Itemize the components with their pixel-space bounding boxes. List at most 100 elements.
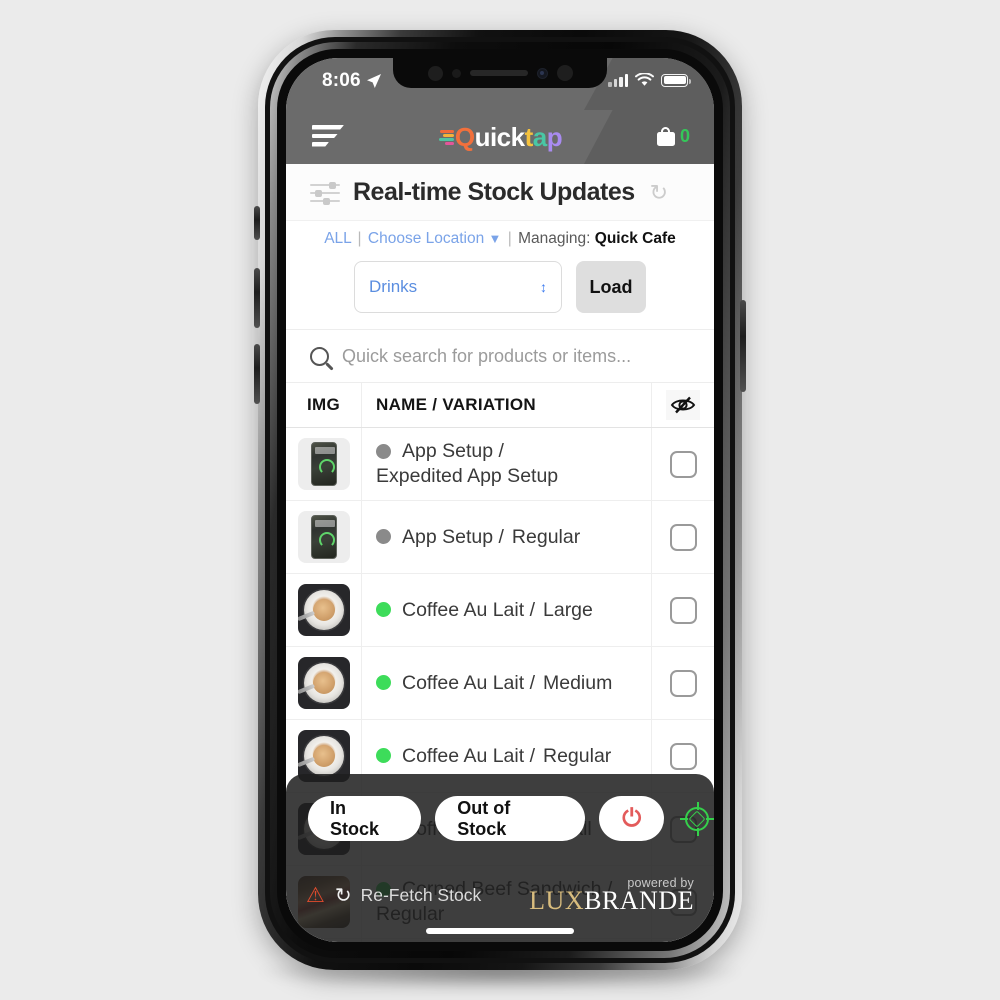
row-checkbox-cell[interactable] — [652, 501, 714, 573]
table-row[interactable]: Coffee Au Lait / Large — [286, 574, 714, 647]
page-root: 8:06 Q uick t a p 0 Real-time Stock Upda… — [0, 0, 1000, 1000]
separator-1: | — [357, 230, 362, 247]
power-icon: ⏻ — [622, 804, 642, 832]
wifi-icon — [635, 73, 654, 86]
search-bar[interactable]: Quick search for products or items... — [286, 329, 714, 383]
logo-p: p — [546, 121, 563, 152]
cart-button[interactable]: 0 — [656, 126, 690, 147]
power-toggle-button[interactable]: ⏻ — [599, 796, 665, 841]
phone-app-setup-image — [297, 438, 350, 490]
chevron-down-icon[interactable]: ▼ — [489, 231, 502, 246]
logo-a: a — [532, 121, 547, 152]
location-line: ALL | Choose Location ▼ | Managing: Quic… — [286, 230, 714, 248]
stock-status-dot — [376, 748, 391, 764]
row-name-cell: Coffee Au Lait / Medium — [362, 647, 652, 719]
header-name-label: NAME / VARIATION — [376, 395, 536, 414]
product-variation: Medium — [543, 671, 613, 694]
sliders-icon[interactable] — [310, 181, 340, 205]
coffee-au-lait-image — [297, 584, 350, 636]
phone-volume-up-button[interactable] — [254, 268, 260, 328]
table-row[interactable]: Coffee Au Lait / Medium — [286, 647, 714, 720]
table-row[interactable]: App Setup / Regular — [286, 501, 714, 574]
row-checkbox-cell[interactable] — [652, 428, 714, 500]
row-select-checkbox[interactable] — [669, 450, 697, 478]
product-name-group: Coffee Au Lait / Medium — [376, 671, 612, 696]
row-image-cell — [286, 647, 362, 719]
row-checkbox-cell[interactable] — [652, 647, 714, 719]
hamburger-menu-icon[interactable] — [312, 125, 344, 149]
header-cell-img: IMG — [286, 383, 362, 427]
status-bar-indicators — [608, 73, 691, 87]
overlay-actions: In Stock Out of Stock ⏻ — [286, 774, 714, 841]
coffee-au-lait-image — [297, 657, 350, 709]
status-bar-time-group: 8:06 — [322, 70, 382, 92]
phone-mute-switch[interactable] — [254, 206, 260, 240]
table-row[interactable]: App Setup / Expedited App Setup — [286, 428, 714, 501]
phone-volume-down-button[interactable] — [254, 344, 260, 404]
choose-location-link[interactable]: Choose Location — [368, 230, 484, 247]
notch-earpiece-speaker — [469, 70, 528, 76]
product-variation: Expedited App Setup — [376, 465, 559, 487]
product-name-group: Coffee Au Lait / Large — [376, 598, 593, 623]
brand-brande: BRANDE — [584, 886, 694, 915]
row-select-checkbox[interactable] — [669, 596, 697, 624]
home-indicator[interactable] — [426, 928, 574, 934]
select-caret-icon: ↕ — [540, 279, 547, 295]
overlay-footer: ⚠ ↻ Re-Fetch Stock powered by LUXBRANDE — [286, 876, 714, 914]
header-cell-visibility[interactable] — [652, 383, 714, 427]
row-select-checkbox[interactable] — [669, 742, 697, 770]
cellular-signal-icon — [608, 73, 628, 87]
in-stock-button[interactable]: In Stock — [308, 796, 422, 841]
logo-q: Q — [454, 121, 475, 152]
refetch-refresh-icon[interactable]: ↻ — [335, 883, 352, 908]
separator-2: | — [507, 230, 512, 247]
coffee-cup-graphic — [303, 736, 344, 776]
product-name-group: Coffee Au Lait / Regular — [376, 744, 611, 769]
speed-lines-icon — [438, 128, 454, 146]
refresh-icon[interactable]: ↻ — [650, 181, 668, 204]
row-checkbox-cell[interactable] — [652, 574, 714, 646]
load-button[interactable]: Load — [576, 261, 646, 313]
row-image-cell — [286, 574, 362, 646]
search-input[interactable]: Quick search for products or items... — [342, 346, 631, 367]
stock-status-dot — [376, 444, 391, 460]
row-name-cell: Coffee Au Lait / Large — [362, 574, 652, 646]
status-bar-time: 8:06 — [322, 70, 361, 91]
row-image-cell — [286, 501, 362, 573]
filter-strip: ALL | Choose Location ▼ | Managing: Quic… — [286, 221, 714, 329]
row-select-checkbox[interactable] — [669, 523, 697, 551]
eye-slash-icon[interactable] — [666, 390, 700, 420]
search-icon — [310, 346, 329, 366]
refetch-stock-button[interactable]: Re-Fetch Stock — [361, 885, 482, 906]
phone-power-button[interactable] — [740, 300, 746, 392]
out-of-stock-button[interactable]: Out of Stock — [435, 796, 586, 841]
row-image-cell — [286, 428, 362, 500]
notch-sensor-small — [451, 68, 461, 78]
page-title: Real-time Stock Updates — [353, 178, 635, 206]
status-bar: 8:06 — [286, 58, 714, 110]
mini-phone-graphic — [310, 442, 337, 486]
header-img-label: IMG — [306, 395, 340, 414]
stock-status-dot — [376, 675, 391, 691]
product-name: App Setup / — [402, 525, 504, 548]
mini-phone-graphic — [310, 515, 337, 559]
logo-t: t — [524, 121, 534, 152]
managing-value: Quick Cafe — [594, 230, 676, 247]
phone-notch — [393, 58, 607, 88]
nav-bar-diagonal-overlay — [584, 110, 714, 164]
warning-triangle-icon: ⚠ — [306, 883, 325, 907]
scope-all-link[interactable]: ALL — [324, 230, 351, 247]
category-select-value: Drinks — [369, 277, 418, 296]
brand-lux: LUX — [529, 886, 585, 915]
brand-watermark: powered by LUXBRANDE — [529, 876, 694, 914]
notch-sensor-right — [556, 65, 573, 81]
notch-sensor-left — [427, 65, 443, 81]
product-name: App Setup / — [402, 440, 504, 463]
coffee-cup-graphic — [303, 590, 344, 630]
row-select-checkbox[interactable] — [669, 669, 697, 697]
logo-uick: uick — [474, 121, 526, 152]
stock-status-dot — [376, 602, 391, 618]
scan-target-icon[interactable] — [680, 801, 714, 836]
category-select[interactable]: Drinks ↕ — [354, 261, 562, 313]
product-variation: Regular — [511, 525, 581, 548]
